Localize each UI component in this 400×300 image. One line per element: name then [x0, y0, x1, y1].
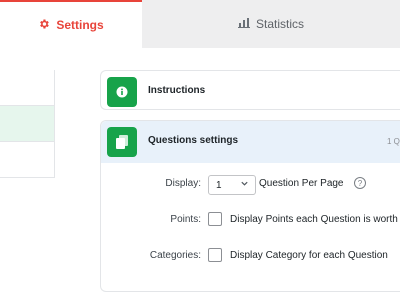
categories-label: Categories: [149, 250, 201, 261]
questions-settings-section: Questions settings 1 Qu Display: 1 Quest… [100, 120, 400, 292]
instructions-title: Instructions [148, 85, 206, 96]
points-checkbox[interactable] [208, 212, 222, 226]
bar-chart-icon [237, 17, 250, 31]
tab-bar: Settings Statistics [0, 0, 400, 48]
display-suffix: Question Per Page [259, 178, 344, 189]
gear-icon [38, 18, 50, 33]
categories-checkbox[interactable] [208, 248, 222, 262]
left-panel [0, 70, 55, 178]
display-select-value: 1 [216, 179, 222, 191]
document-icon [107, 127, 137, 157]
left-panel-row[interactable] [0, 142, 54, 178]
left-panel-row[interactable] [0, 70, 54, 106]
instructions-header[interactable]: Instructions [101, 71, 400, 111]
tab-settings-label: Settings [56, 18, 104, 32]
tab-settings[interactable]: Settings [0, 0, 142, 48]
tab-statistics[interactable]: Statistics [142, 0, 400, 48]
points-label: Points: [170, 214, 201, 225]
info-icon [107, 77, 137, 107]
display-label: Display: [165, 178, 201, 189]
categories-text: Display Category for each Question [230, 250, 388, 261]
display-select[interactable]: 1 [208, 175, 256, 195]
questions-settings-header[interactable]: Questions settings 1 Qu [101, 121, 400, 163]
chevron-down-icon [240, 179, 249, 191]
instructions-section[interactable]: Instructions [100, 70, 400, 110]
question-count: 1 Qu [387, 137, 400, 146]
help-icon[interactable]: ? [354, 177, 366, 189]
points-text: Display Points each Question is worth [230, 214, 398, 225]
questions-settings-title: Questions settings [148, 135, 239, 146]
tab-statistics-label: Statistics [255, 17, 304, 31]
left-panel-row-active[interactable] [0, 106, 54, 142]
